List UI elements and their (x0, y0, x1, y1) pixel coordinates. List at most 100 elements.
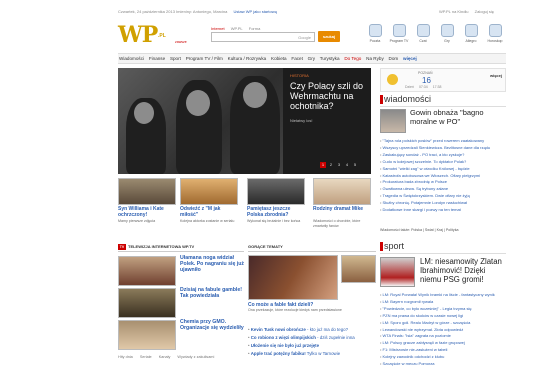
nav-item-finanse[interactable]: Finanse (149, 56, 165, 61)
list-item[interactable]: LM: Polscy gracze zabłysnęli w fazie gru… (380, 340, 506, 347)
news-more-links[interactable]: Wiadomości także: Polska | Świat | Kraj … (380, 228, 506, 232)
list-item[interactable]: Apple trać potężny fabiku! Tylko w Tarno… (248, 350, 376, 358)
allegro-icon (464, 24, 478, 37)
nav-item-program-tv[interactable]: Program TV / Film (186, 56, 223, 61)
service-chat[interactable]: Czat (412, 24, 434, 50)
thumb-image[interactable] (180, 178, 238, 205)
thumb-title[interactable]: Rodziny dramat Mike (313, 206, 371, 213)
wptv-title[interactable]: Dzisiaj na fabule gamble! Tak powiedział… (180, 287, 244, 300)
list-item[interactable]: WTA Finals: "Isia" zagrała na poziomie (380, 333, 506, 340)
hero-page-1[interactable]: 1 (320, 162, 326, 168)
wptv-footer-link[interactable]: Kanały (159, 355, 171, 359)
hero-page-5[interactable]: 5 (352, 162, 358, 168)
nav-item-do-tego[interactable]: Do Tego (344, 56, 361, 61)
sport-section-title[interactable]: sport (384, 241, 404, 251)
service-mail[interactable]: Poczta (364, 24, 386, 50)
nav-item-sport[interactable]: Sport (170, 56, 181, 61)
list-item[interactable]: Cudo w kolejowej szczelnie. To dyktator … (380, 159, 506, 166)
list-item[interactable]: Szczęście w meczu Pomorza (380, 361, 506, 368)
section-marker (380, 95, 383, 104)
service-tv[interactable]: Program TV (388, 24, 410, 50)
wptv-thumb[interactable] (118, 256, 176, 286)
thumb-desc: Wykonał się brutalnie i bez końca (247, 219, 301, 223)
nav-item-na-ryby[interactable]: Na Ryby (366, 56, 384, 61)
hero-page-2[interactable]: 2 (328, 162, 334, 168)
nav-item-turystyka[interactable]: Turystyka (320, 56, 340, 61)
nav-item-dom[interactable]: Dom (389, 56, 399, 61)
hot-topics-header[interactable]: GORĄCE TEMATY (248, 244, 376, 252)
list-item[interactable]: Samotni "wielki zag" w ośrodku Królowej … (380, 166, 506, 173)
service-allegro[interactable]: Allegro (460, 24, 482, 50)
news-section-title[interactable]: wiadomości (384, 94, 431, 104)
list-item[interactable]: Co robiono z więzi olimpijskich - dziś z… (248, 334, 376, 342)
thumb-title[interactable]: Pamiętasz jeszcze Polska zbrodnia? (247, 206, 305, 218)
list-item[interactable]: PZN ma prawa do skoków w czasie nowej li… (380, 313, 506, 320)
hero-headline[interactable]: Czy Polacy szli do Wehrmachtu na ochotni… (290, 81, 368, 111)
hot-topics-list: Kevin Tusk nowi obrończe - kto już ma do… (248, 326, 376, 358)
service-games[interactable]: Gry (436, 24, 458, 50)
list-item[interactable]: Tragedia w Świętokrzyskiem. Dwie ofiary … (380, 193, 506, 200)
weather-widget[interactable]: POZNAŃ 16 Dzień 07:34 17:38 więcej (380, 68, 506, 92)
list-item[interactable]: Ułożenie się nie było już przejęte (248, 342, 376, 350)
set-homepage-link[interactable]: Ustaw WP jako startową (234, 9, 277, 14)
wptv-footer-link[interactable]: Wywiady z zakulisami (177, 355, 214, 359)
search-button[interactable]: szukaj (318, 31, 340, 42)
hero-page-3[interactable]: 3 (336, 162, 342, 168)
hero-carousel[interactable]: HISTORIA Czy Polacy szli do Wehrmachtu n… (118, 68, 371, 174)
thumb-title[interactable]: Odwieźć z "M jak miłość" (180, 206, 238, 218)
wptv-footer-link[interactable]: Seriale (140, 355, 152, 359)
wptv-thumb[interactable] (118, 320, 176, 350)
hero-image (118, 68, 288, 174)
list-item[interactable]: Wszyscy uprzedzali Sienkiewicza. Bezlito… (380, 145, 506, 152)
news-lead-headline[interactable]: Gowin obnaża "bagno moralne w PO" (410, 108, 506, 126)
nav-item-kobieta[interactable]: Kobieta (271, 56, 287, 61)
weather-more-link[interactable]: więcej (490, 73, 502, 78)
list-item[interactable]: LM: Sporo goli. Realu Madryt w górze - s… (380, 320, 506, 327)
wptv-footer-link[interactable]: Hity dnia (118, 355, 133, 359)
thumb-image[interactable] (118, 178, 176, 205)
search-tab-internet[interactable]: Internet (211, 26, 225, 31)
thumb-image[interactable] (313, 178, 371, 205)
wp-logo[interactable]: WP .PL zawsze (118, 22, 187, 48)
thumb-image[interactable] (247, 178, 305, 205)
nav-item-gry[interactable]: Gry (308, 56, 315, 61)
list-item[interactable]: "Powiedzcie, co było wcześniej" - Legia … (380, 306, 506, 313)
nav-item-wiadomosci[interactable]: Wiadomości (119, 56, 144, 61)
hero-page-4[interactable]: 4 (344, 162, 350, 168)
list-item[interactable]: Kolejny zawodnik odchodzi z klubu (380, 354, 506, 361)
top-right-links: WP.PL na Kindlu Zaloguj się (439, 9, 499, 14)
list-item[interactable]: Katastrofa autobusowa we Włoszech. Ofiar… (380, 173, 506, 180)
search-tab-wp[interactable]: WP.PL (231, 26, 243, 31)
list-item[interactable]: Dodatkowe inne skargi i pozwy na ten tem… (380, 207, 506, 214)
kindle-link[interactable]: WP.PL na Kindlu (439, 9, 469, 14)
wptv-header[interactable]: TV TELEWIZJA INTERNETOWA WP.TV (118, 244, 244, 252)
hot-topics-image[interactable] (248, 255, 338, 300)
list-item[interactable]: Służby chronią. Potajemnie Londyn nasłuc… (380, 200, 506, 207)
list-item[interactable]: Gwałtowna ulewa. Są trybuny zalane (380, 186, 506, 193)
wptv-thumb[interactable] (118, 288, 176, 318)
hero-face (134, 102, 154, 124)
thumb-title[interactable]: Syn Williama i Kate ochrzczony! (118, 206, 176, 218)
search-input[interactable]: Google (211, 32, 315, 42)
list-item[interactable]: Prokuratura bada zbrodnię w Polsce (380, 179, 506, 186)
list-item[interactable]: "Tajna rola polskich posłów" przed rower… (380, 138, 506, 145)
news-lead-photo[interactable] (380, 109, 406, 133)
list-item[interactable]: Zaskakujący sondaż - PO traci, a kto zys… (380, 152, 506, 159)
nav-item-facet[interactable]: Facet (291, 56, 303, 61)
wptv-title[interactable]: Ułamana noga widział Polek. Po nagraniu … (180, 255, 244, 273)
list-item[interactable]: LM: Royal Porwała! Wynik bramki na liści… (380, 292, 506, 299)
list-item[interactable]: Kevin Tusk nowi obrończe - kto już ma do… (248, 326, 376, 334)
search-tab-forma[interactable]: Forma (249, 26, 261, 31)
login-link[interactable]: Zaloguj się (475, 9, 494, 14)
nav-item-more[interactable]: więcej (403, 56, 417, 61)
sport-lead-photo[interactable] (380, 257, 415, 287)
sport-lead-headline[interactable]: LM: niesamowity Zlatan Ibrahimović! Dzię… (420, 257, 506, 284)
list-item[interactable]: LM: Bayern rozgromił rywala (380, 299, 506, 306)
nav-item-kultura[interactable]: Kultura / Rozrywka (228, 56, 267, 61)
service-horoscope[interactable]: Horoskop (484, 24, 506, 50)
main-nav: Wiadomości Finanse Sport Program TV / Fi… (118, 53, 506, 64)
wptv-title[interactable]: Chemia przy GMO. Organizacje się wydziel… (180, 319, 244, 332)
list-item[interactable]: F1: Mistrzowie nie-zasłużeni w tabeli (380, 347, 506, 354)
hot-topics-image-small[interactable] (341, 255, 376, 283)
list-item[interactable]: Lewandowski nie wytrzymał. Złota odpowie… (380, 327, 506, 334)
